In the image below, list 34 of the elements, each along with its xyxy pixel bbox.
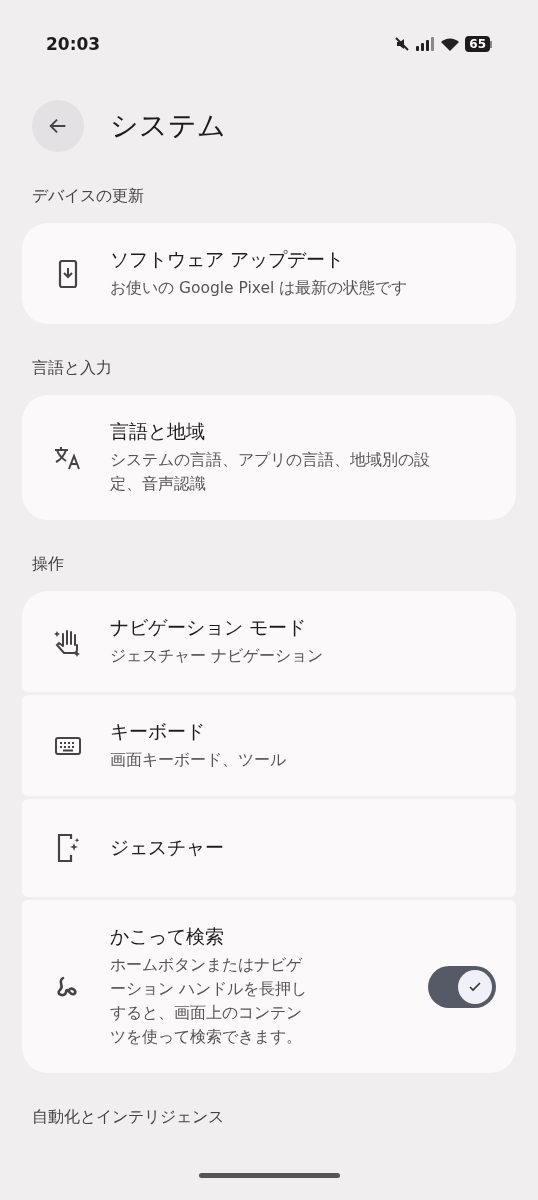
settings-item[interactable]: 言語と地域 システムの言語、アプリの言語、地域別の設定、音声認識 <box>22 395 516 521</box>
wifi-icon <box>440 36 461 52</box>
toggle-switch[interactable] <box>428 965 496 1008</box>
mute-icon <box>394 36 411 52</box>
item-subtitle: 画面キーボード、ツール <box>110 750 287 772</box>
settings-item[interactable]: ソフトウェア アップデート お使いの Google Pixel は最新の状態です <box>22 223 516 324</box>
translate-icon <box>53 444 83 471</box>
item-title: ソフトウェア アップデート <box>110 247 346 272</box>
settings-item[interactable]: キーボード 画面キーボード、ツール <box>22 695 516 797</box>
battery-level: 65 <box>465 36 490 52</box>
settings-item[interactable]: ジェスチャー <box>22 799 516 898</box>
item-subtitle: ジェスチャー ナビゲーション <box>110 646 324 668</box>
section-header: 自動化とインテリジェンス <box>31 1106 225 1129</box>
item-subtitle: お使いの Google Pixel は最新の状態です <box>110 278 409 299</box>
item-title: 言語と地域 <box>110 419 206 444</box>
settings-item[interactable]: ナビゲーション モード ジェスチャー ナビゲーション <box>22 591 516 693</box>
check-icon <box>468 979 482 994</box>
phone-sparkle-icon <box>56 833 80 864</box>
settings-item[interactable]: かこって検索 ホームボタンまたはナビゲーション ハンドルを長押しすると、画面上のコンテンツを使って検索できます。 <box>22 900 516 1074</box>
status-time: 20:03 <box>46 34 101 54</box>
item-title: キーボード <box>110 719 206 745</box>
item-title: かこって検索 <box>110 924 225 950</box>
item-title: ナビゲーション モード <box>110 615 308 641</box>
phone-download-icon <box>58 258 78 289</box>
section-header: デバイスの更新 <box>31 185 145 207</box>
keyboard-icon <box>54 735 82 756</box>
item-subtitle: システムの言語、アプリの言語、地域別の設定、音声認識 <box>110 450 431 496</box>
item-title: ジェスチャー <box>110 835 225 861</box>
page-title: システム <box>110 108 226 144</box>
section-header: 操作 <box>31 553 65 576</box>
item-subtitle: ホームボタンまたはナビゲーション ハンドルを長押しすると、画面上のコンテンツを使って検索できます。 <box>110 955 308 1049</box>
signal-icon <box>415 36 436 52</box>
section-header: 言語と入力 <box>31 357 113 379</box>
back-button[interactable] <box>32 100 84 152</box>
